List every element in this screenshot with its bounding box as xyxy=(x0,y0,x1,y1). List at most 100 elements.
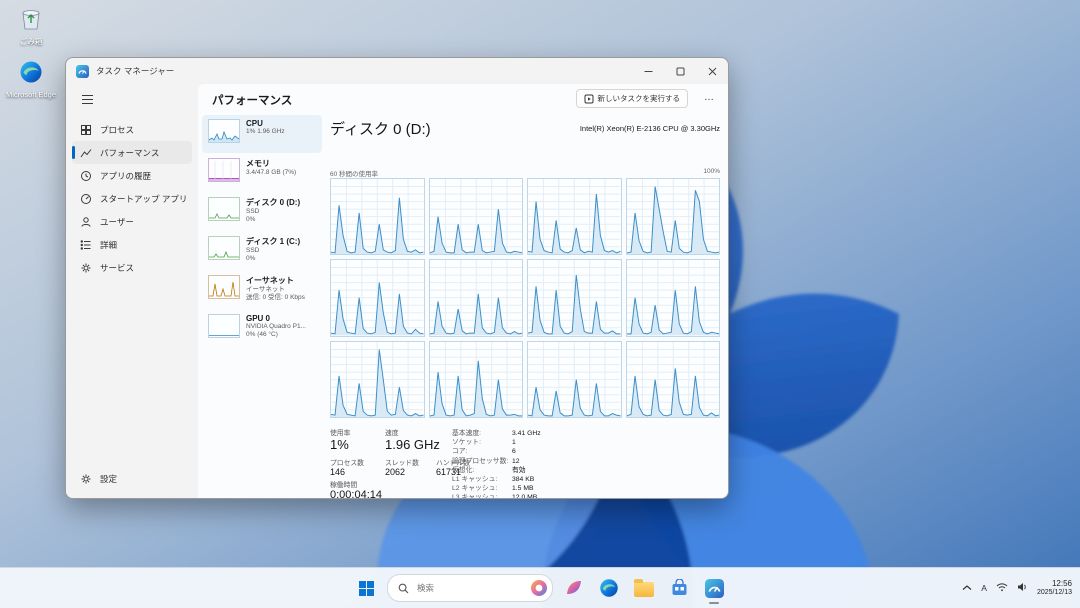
task-manager-taskbar-icon xyxy=(705,579,724,598)
network-icon xyxy=(996,582,1008,592)
edge-icon xyxy=(19,60,43,84)
startup-apps-icon xyxy=(80,193,92,205)
cpu-core-chart xyxy=(330,259,425,336)
stat-label: プロセス数 xyxy=(330,457,364,467)
perf-item-stat: NVIDIA Quadro P1... xyxy=(246,323,306,331)
sidebar-item-app-history[interactable]: アプリの履歴 xyxy=(72,164,192,187)
detail-value: 12.0 MB xyxy=(512,493,537,499)
perf-item-disk-1[interactable]: ディスク 1 (C:) SSD 0% xyxy=(202,232,322,270)
recycle-bin-icon xyxy=(18,5,44,31)
detail-label: 基本速度: xyxy=(452,429,512,438)
taskbar: A 12:56 2025/12/13 xyxy=(0,567,1080,608)
close-icon xyxy=(708,67,717,76)
cpu-spec-details: 基本速度:3.41 GHz ソケット:1 コア:6 論理プロセッサ数:12 仮想… xyxy=(452,429,632,499)
cpu-core-chart xyxy=(527,178,622,255)
taskbar-app-file-explorer[interactable] xyxy=(630,574,658,602)
perf-item-stat: 送信: 0 受信: 0 Kbps xyxy=(246,294,305,302)
perf-item-name: ディスク 1 (C:) xyxy=(246,236,300,247)
cpu-core-chart xyxy=(626,259,721,336)
taskbar-app-edge[interactable] xyxy=(595,574,623,602)
perf-item-stat: 0% (46 °C) xyxy=(246,331,306,339)
gpu-thumbnail xyxy=(208,314,240,338)
sidebar-item-users[interactable]: ユーザー xyxy=(72,210,192,233)
sidebar-item-details[interactable]: 詳細 xyxy=(72,233,192,256)
content-pane: パフォーマンス 新しいタスクを実行する … CPU 1% 1.96 GHz xyxy=(198,84,728,498)
perf-item-gpu-0[interactable]: GPU 0 NVIDIA Quadro P1... 0% (46 °C) xyxy=(202,310,322,348)
memory-thumbnail xyxy=(208,158,240,182)
performance-icon xyxy=(80,147,92,159)
desktop: ごみ箱 Microsoft Edge タスク マネージャー xyxy=(0,0,1080,608)
more-options-button[interactable]: … xyxy=(698,89,718,107)
detail-value: 有効 xyxy=(512,466,526,475)
window-title: タスク マネージャー xyxy=(96,65,174,77)
disk0-thumbnail xyxy=(208,197,240,221)
chevron-up-icon xyxy=(962,584,972,592)
sidebar-item-performance[interactable]: パフォーマンス xyxy=(72,141,192,164)
cpu-model-name: Intel(R) Xeon(R) E-2136 CPU @ 3.30GHz xyxy=(580,124,720,133)
stat-value: 1% xyxy=(330,437,350,452)
taskbar-search[interactable] xyxy=(387,574,553,602)
perf-item-ethernet[interactable]: イーサネット イーサネット 送信: 0 受信: 0 Kbps xyxy=(202,271,322,309)
maximize-button[interactable] xyxy=(664,58,696,84)
detail-value: 1.5 MB xyxy=(512,484,534,493)
resource-title: ディスク 0 (D:) xyxy=(330,118,431,139)
taskbar-app-widgets[interactable] xyxy=(560,574,588,602)
performance-detail-panel: ディスク 0 (D:) Intel(R) Xeon(R) E-2136 CPU … xyxy=(328,114,722,498)
perf-item-stat: SSD xyxy=(246,247,300,255)
graph-max-label: 100% xyxy=(703,168,720,175)
users-icon xyxy=(80,216,92,228)
volume-button[interactable] xyxy=(1017,579,1028,597)
close-button[interactable] xyxy=(696,58,728,84)
sidebar-item-label: ユーザー xyxy=(100,216,134,228)
desktop-icon-edge[interactable]: Microsoft Edge xyxy=(4,60,58,99)
cpu-core-chart xyxy=(626,178,721,255)
stat-label: 稼働時間 xyxy=(330,479,382,489)
desktop-icon-recycle-bin[interactable]: ごみ箱 xyxy=(4,5,58,46)
taskbar-app-store[interactable] xyxy=(665,574,693,602)
minimize-button[interactable] xyxy=(632,58,664,84)
perf-item-name: イーサネット xyxy=(246,275,305,286)
perf-item-disk-0[interactable]: ディスク 0 (D:) SSD 0% xyxy=(202,193,322,231)
taskbar-clock[interactable]: 12:56 2025/12/13 xyxy=(1037,579,1072,598)
start-button[interactable] xyxy=(352,574,380,602)
nav-sidebar: プロセス パフォーマンス アプリの履歴 スタートアップ アプリ xyxy=(66,84,198,498)
graph-caption: 60 秒間の使用率 xyxy=(330,171,378,178)
sidebar-item-processes[interactable]: プロセス xyxy=(72,118,192,141)
stat-value: 146 xyxy=(330,467,364,477)
tray-chevron-button[interactable] xyxy=(962,579,972,597)
task-manager-app-icon xyxy=(76,65,89,78)
perf-item-stat: SSD xyxy=(246,208,300,216)
desktop-icon-label: Microsoft Edge xyxy=(4,91,58,99)
perf-item-memory[interactable]: メモリ 3.4/47.8 GB (7%) xyxy=(202,154,322,192)
windows-logo-icon xyxy=(359,581,374,596)
stat-label: スレッド数 xyxy=(385,457,419,467)
detail-value: 12 xyxy=(512,457,520,466)
sidebar-item-startup-apps[interactable]: スタートアップ アプリ xyxy=(72,187,192,210)
details-icon xyxy=(80,239,92,251)
stat-value: 0:00:04:14 xyxy=(330,489,382,499)
cpu-core-chart xyxy=(330,341,425,418)
detail-value: 3.41 GHz xyxy=(512,429,541,438)
folder-icon xyxy=(634,582,654,597)
perf-item-name: メモリ xyxy=(246,158,296,169)
sidebar-item-settings[interactable]: 設定 xyxy=(72,467,192,490)
widgets-icon xyxy=(564,578,584,598)
hamburger-menu-button[interactable] xyxy=(74,88,100,110)
search-input[interactable] xyxy=(415,582,524,594)
app-history-icon xyxy=(80,170,92,182)
network-button[interactable] xyxy=(996,579,1008,597)
sidebar-item-services[interactable]: サービス xyxy=(72,256,192,279)
sidebar-item-label: 設定 xyxy=(100,473,117,485)
cpu-core-chart xyxy=(330,178,425,255)
titlebar[interactable]: タスク マネージャー xyxy=(66,58,728,84)
ime-indicator[interactable]: A xyxy=(981,583,987,593)
sidebar-item-label: サービス xyxy=(100,262,134,274)
taskbar-app-task-manager[interactable] xyxy=(700,574,728,602)
run-new-task-button[interactable]: 新しいタスクを実行する xyxy=(576,89,689,108)
detail-label: L1 キャッシュ: xyxy=(452,475,512,484)
perf-item-cpu[interactable]: CPU 1% 1.96 GHz xyxy=(202,115,322,153)
detail-label: ソケット: xyxy=(452,438,512,447)
sidebar-item-label: 詳細 xyxy=(100,239,117,251)
sidebar-item-label: アプリの履歴 xyxy=(100,170,151,182)
services-icon xyxy=(80,262,92,274)
